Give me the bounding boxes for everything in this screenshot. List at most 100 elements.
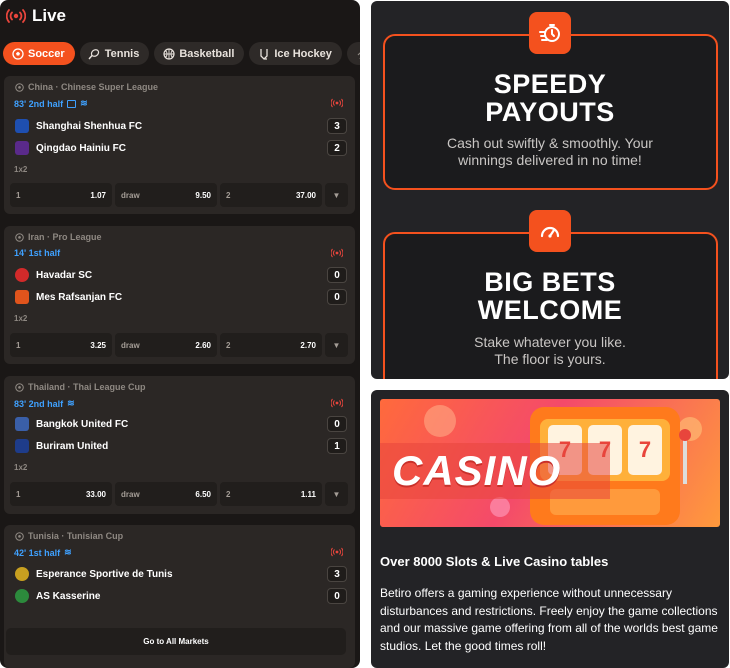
flash-icon: ≋ xyxy=(64,547,72,557)
team-crest xyxy=(15,417,29,431)
away-team: Mes Rafsanjan FC xyxy=(15,290,122,304)
stats-icon xyxy=(67,99,77,108)
promo-description: Cash out swiftly & smoothly. Your xyxy=(447,135,653,151)
tab-tennis[interactable]: Tennis xyxy=(79,42,150,65)
basketball-icon xyxy=(162,47,175,60)
live-indicator-icon xyxy=(331,398,343,408)
market-label: 1x2 xyxy=(14,314,28,323)
live-title: Live xyxy=(32,6,67,25)
casino-banner-image[interactable]: 7 7 7 CASINO xyxy=(380,399,720,527)
home-score: 0 xyxy=(327,267,347,283)
promo-title: WELCOME xyxy=(477,295,623,325)
team-crest xyxy=(15,290,29,304)
odd-home[interactable]: 1 3.25 xyxy=(10,333,112,357)
team-crest xyxy=(15,268,29,282)
away-score: 0 xyxy=(327,289,347,305)
promo-description: Stake whatever you like. xyxy=(474,334,626,350)
market-label: 1x2 xyxy=(14,165,28,174)
league-label: Iran · Pro League xyxy=(15,232,102,242)
odd-home[interactable]: 1 33.00 xyxy=(10,482,112,506)
live-indicator-icon xyxy=(331,248,343,258)
soccer-ball-icon xyxy=(15,232,24,242)
away-score: 0 xyxy=(327,588,347,604)
market-label: 1x2 xyxy=(14,463,28,472)
away-score: 1 xyxy=(327,438,347,454)
soccer-ball-icon xyxy=(15,82,24,92)
match-time: 83' 2nd half ≋ xyxy=(14,98,88,109)
league-label: Tunisia · Tunisian Cup xyxy=(15,531,123,541)
home-score: 3 xyxy=(327,566,347,582)
match-time: 42' 1st half ≋ xyxy=(14,547,72,558)
flash-icon: ≋ xyxy=(80,98,88,108)
live-panel: Live Soccer Tennis Basketball Ice Hockey… xyxy=(0,0,360,668)
running-icon xyxy=(355,47,360,60)
speedometer-icon xyxy=(529,210,571,252)
promo-title: PAYOUTS xyxy=(485,97,615,127)
tab-label: Basketball xyxy=(179,47,235,60)
ice-hockey-icon xyxy=(257,47,270,60)
team-crest xyxy=(15,439,29,453)
go-to-all-markets-button[interactable]: Go to All Markets xyxy=(6,628,346,655)
more-markets-button[interactable]: ▼ xyxy=(325,482,348,506)
league-label: China · Chinese Super League xyxy=(15,82,158,92)
live-indicator-icon xyxy=(331,98,343,108)
match-time: 83' 2nd half ≋ xyxy=(14,398,75,409)
casino-heading: Over 8000 Slots & Live Casino tables xyxy=(380,554,609,569)
team-crest xyxy=(15,119,29,133)
promo-title: SPEEDY xyxy=(493,69,607,99)
match-card[interactable]: China · Chinese Super League 83' 2nd hal… xyxy=(4,76,355,214)
live-broadcast-icon xyxy=(6,9,26,23)
league-label: Thailand · Thai League Cup xyxy=(15,382,146,392)
soccer-ball-icon xyxy=(11,47,24,60)
promo-description: The floor is yours. xyxy=(494,351,606,367)
svg-text:7: 7 xyxy=(639,437,651,462)
match-card[interactable]: Thailand · Thai League Cup 83' 2nd half … xyxy=(4,376,355,514)
odd-away[interactable]: 2 2.70 xyxy=(220,333,322,357)
home-score: 3 xyxy=(327,118,347,134)
chevron-down-icon: ▼ xyxy=(332,190,341,200)
chevron-down-icon: ▼ xyxy=(332,340,341,350)
casino-description: Betiro offers a gaming experience withou… xyxy=(380,586,718,653)
chevron-down-icon: ▼ xyxy=(332,489,341,499)
odd-draw[interactable]: draw 2.60 xyxy=(115,333,217,357)
casino-banner-text: CASINO xyxy=(392,447,562,494)
soccer-ball-icon xyxy=(15,531,24,541)
live-indicator-icon xyxy=(331,547,343,557)
tab-basketball[interactable]: Basketball xyxy=(154,42,245,65)
home-team: Shanghai Shenhua FC xyxy=(15,119,142,133)
match-time: 14' 1st half xyxy=(14,248,61,258)
sport-tabs: Soccer Tennis Basketball Ice Hockey xyxy=(3,42,360,65)
stopwatch-icon xyxy=(529,12,571,54)
odd-away[interactable]: 2 1.11 xyxy=(220,482,322,506)
away-score: 2 xyxy=(327,140,347,156)
tennis-icon xyxy=(88,47,101,60)
promo-description: winnings delivered in no time! xyxy=(458,152,642,168)
odds-row: 1 3.25 draw 2.60 2 2.70 ▼ xyxy=(10,333,348,357)
tab-more-sport[interactable] xyxy=(346,42,360,65)
away-team: Qingdao Hainiu FC xyxy=(15,141,126,155)
odds-row: 1 1.07 draw 9.50 2 37.00 ▼ xyxy=(10,183,348,207)
more-markets-button[interactable]: ▼ xyxy=(325,333,348,357)
tab-label: Ice Hockey xyxy=(274,47,332,60)
flash-icon: ≋ xyxy=(67,398,75,408)
away-team: Buriram United xyxy=(15,439,108,453)
tab-soccer[interactable]: Soccer xyxy=(3,42,75,65)
home-score: 0 xyxy=(327,416,347,432)
odd-draw[interactable]: draw 6.50 xyxy=(115,482,217,506)
casino-panel: 7 7 7 CASINO Over 8000 Slots & Live Casi… xyxy=(371,390,729,668)
odd-away[interactable]: 2 37.00 xyxy=(220,183,322,207)
match-card[interactable]: Iran · Pro League 14' 1st half Havadar S… xyxy=(4,226,355,364)
odd-home[interactable]: 1 1.07 xyxy=(10,183,112,207)
away-team: AS Kasserine xyxy=(15,589,100,603)
tab-ice-hockey[interactable]: Ice Hockey xyxy=(249,42,342,65)
more-markets-button[interactable]: ▼ xyxy=(325,183,348,207)
odds-row: 1 33.00 draw 6.50 2 1.11 ▼ xyxy=(10,482,348,506)
home-team: Havadar SC xyxy=(15,268,92,282)
home-team: Esperance Sportive de Tunis xyxy=(15,567,173,581)
tab-label: Tennis xyxy=(104,47,140,60)
soccer-ball-icon xyxy=(15,382,24,392)
promo-panel: SPEEDY PAYOUTS Cash out swiftly & smooth… xyxy=(371,1,729,379)
live-header: Live xyxy=(6,4,66,28)
home-team: Bangkok United FC xyxy=(15,417,128,431)
odd-draw[interactable]: draw 9.50 xyxy=(115,183,217,207)
